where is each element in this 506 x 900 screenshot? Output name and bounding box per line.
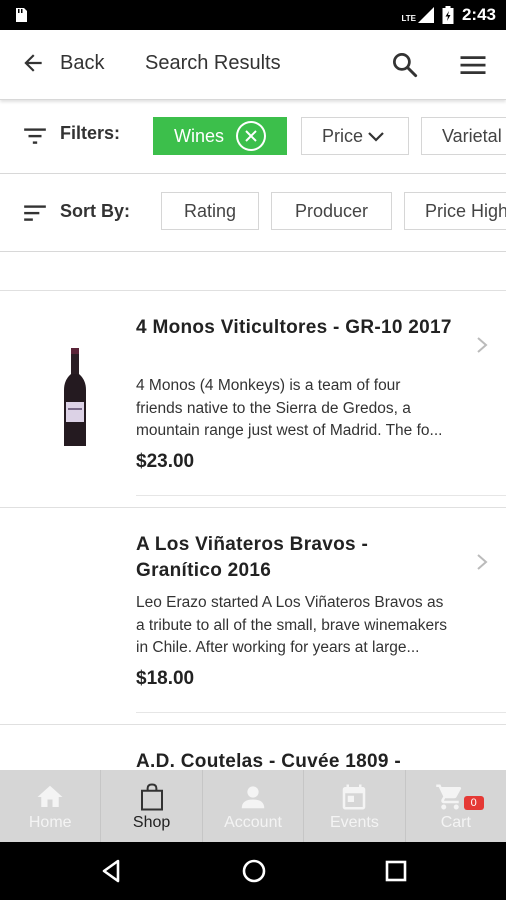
description-line: 4 Monos (4 Monkeys) is a team of four — [136, 377, 401, 394]
filter-icon — [24, 128, 46, 144]
product-name: A Los Viñateros Bravos - Granítico 2016 — [136, 534, 369, 581]
search-icon[interactable] — [390, 50, 420, 80]
sort-option-rating[interactable]: Rating — [161, 192, 259, 230]
product-price: $23.00 — [136, 451, 195, 472]
product-price: $18.00 — [136, 668, 195, 689]
description-line: mountain range just west of Madrid. The … — [136, 422, 443, 439]
back-arrow-icon — [24, 54, 42, 72]
battery-icon — [442, 6, 454, 24]
filter-chip-wines[interactable]: Wines — [153, 117, 287, 155]
sort-option-label: Price High — [425, 200, 506, 221]
tab-label: Home — [28, 814, 72, 831]
filter-chip-label: Price — [322, 125, 364, 146]
notification-icon — [16, 8, 27, 22]
product-item[interactable]: 4 Monos Viticultores - GR-10 2017 4 Mono… — [0, 290, 506, 507]
sort-icon — [24, 205, 46, 221]
description-line: in Chile. After working for years at lar… — [136, 639, 420, 656]
tab-events[interactable]: Events — [304, 770, 406, 842]
sort-label: Sort By: — [60, 201, 131, 221]
person-icon — [241, 786, 265, 809]
cart-count-badge: 0 — [463, 796, 484, 810]
sort-row: Sort By: Rating Producer Price High — [0, 174, 506, 252]
tab-home[interactable]: Home — [0, 770, 102, 842]
filter-chip-varietal[interactable]: Varietal — [421, 117, 506, 155]
description-line: a tribute to all of the small, brave win… — [136, 616, 447, 634]
tab-label: Cart — [440, 814, 471, 831]
back-label: Back — [60, 51, 105, 74]
sort-option-price-high[interactable]: Price High — [404, 192, 506, 230]
filter-chip-label: Varietal — [442, 125, 502, 146]
calendar-icon — [343, 784, 366, 810]
tab-label: Events — [329, 814, 379, 831]
nav-back-icon[interactable] — [98, 857, 126, 885]
sort-option-label: Rating — [183, 200, 237, 221]
remove-filter-icon[interactable] — [236, 121, 266, 151]
back-button[interactable]: Back — [20, 50, 104, 76]
shopping-bag-icon — [140, 783, 163, 811]
status-bar: LTE 2:43 — [0, 0, 506, 30]
divider — [136, 495, 506, 496]
tab-label: Account — [224, 814, 282, 831]
divider — [136, 712, 506, 713]
tab-label: Shop — [132, 814, 171, 831]
app-bar: Back Search Results — [0, 30, 506, 100]
filters-label: Filters: — [60, 123, 121, 143]
filters-row: Filters: Wines Price Varietal — [0, 100, 506, 174]
sort-option-producer[interactable]: Producer — [271, 192, 392, 230]
wine-bottle-image — [64, 348, 86, 446]
tab-account[interactable]: Account — [203, 770, 305, 842]
sort-option-label: Producer — [294, 200, 369, 221]
system-nav-bar — [0, 842, 506, 900]
network-type: LTE — [401, 14, 416, 23]
product-description: Leo Erazo started A Los Viñateros Bravos… — [136, 592, 486, 660]
chevron-down-icon — [368, 132, 384, 142]
tab-shop[interactable]: Shop — [101, 770, 203, 842]
product-name: 4 Monos Viticultores - GR-10 2017 — [136, 317, 452, 338]
chevron-right-icon — [477, 337, 488, 353]
filter-chip-price[interactable]: Price — [301, 117, 409, 155]
filter-chip-label: Wines — [174, 125, 225, 146]
description-line: friends native to the Sierra de Gredos, … — [136, 399, 411, 417]
chevron-right-icon — [477, 554, 488, 570]
page-title: Search Results — [145, 52, 281, 74]
hamburger-menu-icon[interactable] — [458, 50, 488, 80]
lte-signal-icon: LTE — [401, 7, 434, 23]
product-item[interactable]: A Los Viñateros Bravos - Granítico 2016 … — [0, 507, 506, 724]
nav-recents-icon[interactable] — [382, 857, 410, 885]
product-description: 4 Monos (4 Monkeys) is a team of four fr… — [136, 375, 486, 443]
tab-cart[interactable]: 0 Cart — [406, 770, 506, 842]
clock: 2:43 — [461, 5, 496, 24]
status-icons: LTE 2:43 — [401, 5, 496, 25]
bottom-tab-bar: Home Shop Account Events 0 Cart — [0, 770, 506, 842]
description-line: Leo Erazo started A Los Viñateros Bravos… — [136, 594, 444, 611]
cart-icon — [436, 784, 461, 810]
nav-home-icon[interactable] — [240, 857, 268, 885]
home-icon — [37, 785, 63, 807]
